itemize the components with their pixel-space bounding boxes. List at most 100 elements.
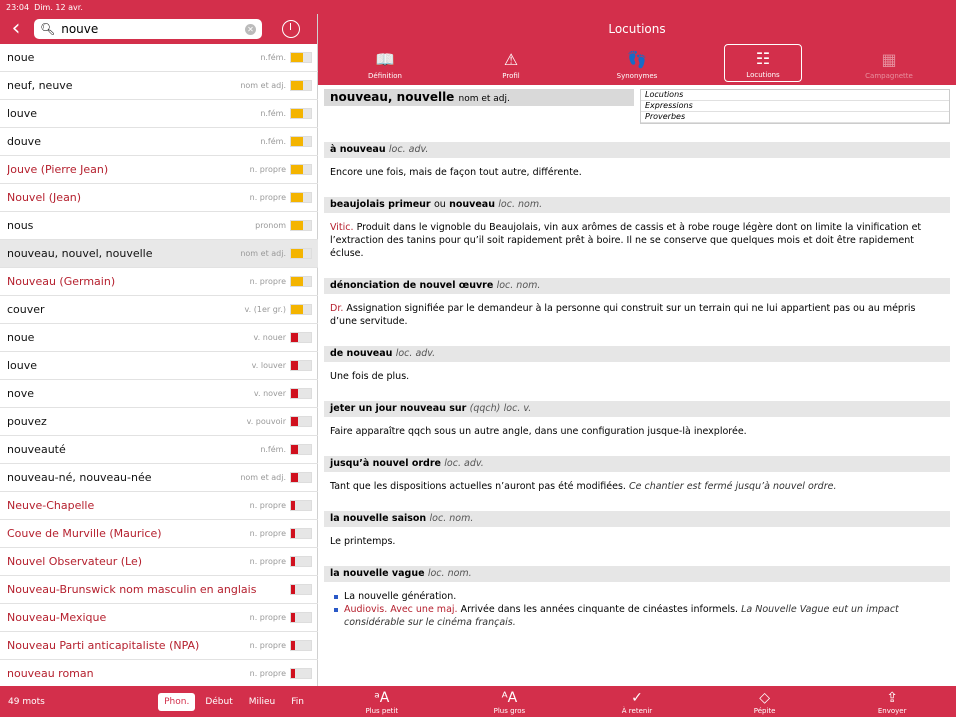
frequency-bar (290, 612, 312, 623)
list-item-category: n. propre (249, 165, 286, 174)
list-item-category: n. propre (249, 641, 286, 650)
list-item-category: n. propre (249, 501, 286, 510)
frequency-bar (290, 556, 312, 567)
list-item-category: n. propre (249, 613, 286, 622)
frequency-bar (290, 136, 312, 147)
list-item-word: noue (7, 331, 35, 344)
word-list: noue n.fém. neuf, neuve nom et adj. louve n.f… (0, 44, 318, 686)
list-item-category: v. (1er gr.) (244, 305, 286, 314)
list-item[interactable]: nove v. nover (0, 380, 318, 408)
history-icon[interactable] (282, 20, 300, 38)
list-item-word: louve (7, 359, 38, 372)
list-item[interactable]: Nouveau-Brunswick nom masculin en anglai… (0, 576, 318, 604)
frequency-bar (290, 444, 312, 455)
search-icon: 🔍︎ (40, 22, 56, 36)
status-bar: 23:04 Dim. 12 avr. ◠ 22 % ▭ (0, 0, 956, 370)
battery-icon: ▭ (353, 361, 361, 370)
list-item-word: Nouveau Parti anticapitaliste (NPA) (7, 639, 200, 652)
list-item-word: Nouveau (Germain) (7, 275, 116, 288)
search-mode-segment: Phon. Début Milieu Fin (158, 692, 310, 711)
list-item-word: pouvez (7, 415, 47, 428)
list-item[interactable]: Nouveau-Mexique n. propre (0, 604, 318, 632)
list-item[interactable]: Nouveau (Germain) n. propre (0, 268, 318, 296)
list-item-word: Nouveau-Mexique (7, 611, 107, 624)
status-battery: 22 % (328, 361, 350, 370)
segment-dbut[interactable]: Début (199, 693, 238, 711)
list-item-word: Nouvel (Jean) (7, 191, 82, 204)
frequency-bar (290, 528, 312, 539)
list-item-word: nouveauté (7, 443, 66, 456)
frequency-bar (290, 220, 312, 231)
list-item[interactable]: nous pronom (0, 212, 318, 240)
status-time: 23:04 (6, 2, 30, 12)
list-item[interactable]: Jouve (Pierre Jean) n. propre (0, 156, 318, 184)
list-item-category: pronom (255, 221, 286, 230)
list-item[interactable]: couver v. (1er gr.) (0, 296, 318, 324)
list-item-category: v. nover (253, 389, 286, 398)
list-item-category: nom et adj. (240, 473, 286, 482)
list-item[interactable]: douve n.fém. (0, 128, 318, 156)
list-item-word: Neuve-Chapelle (7, 499, 95, 512)
list-item-word: Couve de Murville (Maurice) (7, 527, 162, 540)
list-item[interactable]: nouveau roman n. propre (0, 660, 318, 686)
list-item-category: n. propre (249, 193, 286, 202)
list-item-category: n. propre (249, 557, 286, 566)
list-item[interactable]: neuf, neuve nom et adj. (0, 72, 318, 100)
back-icon[interactable]: ‹ (6, 18, 26, 40)
list-item[interactable]: Nouvel (Jean) n. propre (0, 184, 318, 212)
list-item[interactable]: noue n.fém. (0, 44, 318, 72)
list-item[interactable]: pouvez v. pouvoir (0, 408, 318, 436)
segment-phon[interactable]: Phon. (158, 692, 196, 711)
list-item[interactable]: Nouveau Parti anticapitaliste (NPA) n. pr… (0, 632, 318, 660)
list-item[interactable]: Couve de Murville (Maurice) n. propre (0, 520, 318, 548)
frequency-bar (290, 248, 312, 259)
list-item-word: nouveau roman (7, 667, 94, 680)
list-item-word: couver (7, 303, 45, 316)
status-date: Dim. 12 avr. (34, 2, 83, 12)
frequency-bar (290, 472, 312, 483)
frequency-bar (290, 416, 312, 427)
list-item-category: v. louver (251, 361, 286, 370)
list-item-category: v. nouer (253, 333, 286, 342)
segment-milieu[interactable]: Milieu (243, 693, 282, 711)
list-item-word: neuf, neuve (7, 79, 73, 92)
list-item-category: n. propre (249, 277, 286, 286)
frequency-bar (290, 668, 312, 679)
list-item-word: noue (7, 51, 35, 64)
list-item-word: nouveau-né, nouveau-née (7, 471, 152, 484)
list-item-category: n.fém. (260, 137, 286, 146)
list-item-word: douve (7, 135, 41, 148)
list-item-category: n.fém. (260, 53, 286, 62)
list-item[interactable]: louve v. louver (0, 352, 318, 380)
search-input[interactable]: nouve (61, 22, 239, 36)
list-footer: 49 mots Phon. Début Milieu Fin (0, 686, 318, 717)
clear-icon[interactable]: ✕ (245, 23, 256, 35)
list-item-word: nouveau, nouvel, nouvelle (7, 247, 153, 260)
frequency-bar (290, 108, 312, 119)
list-item[interactable]: louve n.fém. (0, 100, 318, 128)
list-item-word: louve (7, 107, 38, 120)
search-field[interactable]: 🔍︎ nouve ✕ (34, 19, 262, 39)
list-item-category: n.fém. (260, 445, 286, 454)
list-item-word: Nouvel Observateur (Le) (7, 555, 143, 568)
frequency-bar (290, 500, 312, 511)
list-item[interactable]: nouveau, nouvel, nouvelle nom et adj. (0, 240, 318, 268)
list-item[interactable]: nouveau-né, nouveau-née nom et adj. (0, 464, 318, 492)
list-item-category: n. propre (249, 669, 286, 678)
frequency-bar (290, 360, 312, 371)
list-item-category: n. propre (249, 529, 286, 538)
list-item[interactable]: Neuve-Chapelle n. propre (0, 492, 318, 520)
word-count: 49 mots (8, 696, 45, 707)
list-item-word: nous (7, 219, 34, 232)
wifi-icon: ◠ (318, 361, 325, 370)
list-item[interactable]: nouveauté n.fém. (0, 436, 318, 464)
frequency-bar (290, 584, 312, 595)
list-header: ‹ 🔍︎ nouve ✕ (0, 14, 317, 44)
list-item[interactable]: Nouvel Observateur (Le) n. propre (0, 548, 318, 576)
frequency-bar (290, 304, 312, 315)
frequency-bar (290, 388, 312, 399)
list-item[interactable]: noue v. nouer (0, 324, 318, 352)
list-item-category: n.fém. (260, 109, 286, 118)
segment-fin[interactable]: Fin (285, 693, 310, 711)
list-item-word: Nouveau-Brunswick nom masculin en anglai… (7, 583, 257, 596)
